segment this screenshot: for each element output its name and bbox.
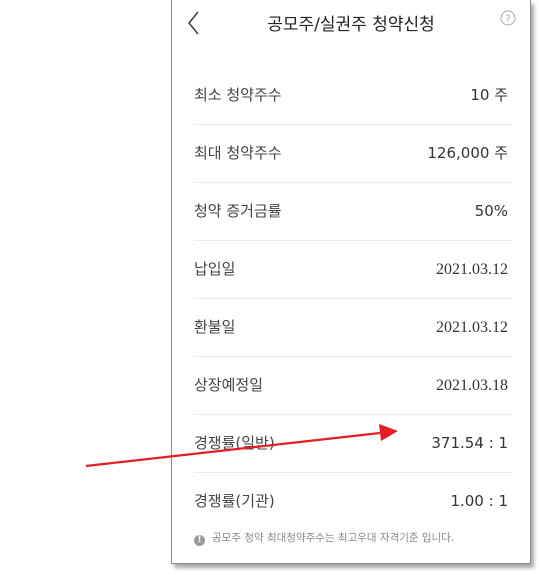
info-row-competition-general: 경쟁률(일반) 371.54 : 1 <box>194 415 512 473</box>
row-label: 상장예정일 <box>194 376 264 394</box>
row-value: 2021.03.18 <box>436 377 508 394</box>
row-value: 2021.03.12 <box>436 261 508 278</box>
page-title: 공모주/실권주 청약신청 <box>267 15 435 35</box>
info-row-refund-date: 환불일 2021.03.12 <box>194 299 512 357</box>
row-label: 경쟁률(기관) <box>194 492 275 510</box>
info-icon: ! <box>194 535 205 546</box>
row-label: 청약 증거금률 <box>194 202 282 220</box>
row-value: 126,000 주 <box>427 144 508 162</box>
header: 공모주/실권주 청약신청 ? <box>172 0 530 46</box>
row-label: 최소 청약주수 <box>194 86 282 104</box>
row-label: 환불일 <box>194 318 236 336</box>
notice: ! 공모주 청약 최대청약주수는 최고우대 자격기준 입니다. <box>194 530 514 546</box>
info-row-min-shares: 최소 청약주수 10 주 <box>194 67 512 125</box>
info-row-max-shares: 최대 청약주수 126,000 주 <box>194 125 512 183</box>
help-button[interactable]: ? <box>500 10 516 26</box>
info-row-payment-date: 납입일 2021.03.12 <box>194 241 512 299</box>
row-value: 10 주 <box>470 86 508 104</box>
svg-text:?: ? <box>505 14 510 25</box>
row-value: 50% <box>474 202 508 220</box>
row-value: 371.54 : 1 <box>431 434 508 452</box>
subscription-info-list: 최소 청약주수 10 주 최대 청약주수 126,000 주 청약 증거금률 5… <box>194 67 512 530</box>
row-value: 2021.03.12 <box>436 319 508 336</box>
question-circle-icon: ? <box>500 10 516 26</box>
row-label: 경쟁률(일반) <box>194 434 275 452</box>
info-row-listing-date: 상장예정일 2021.03.18 <box>194 357 512 415</box>
row-label: 최대 청약주수 <box>194 144 282 162</box>
phone-screen: 공모주/실권주 청약신청 ? 최소 청약주수 10 주 최대 청약주수 126,… <box>171 0 531 564</box>
info-row-competition-institution: 경쟁률(기관) 1.00 : 1 <box>194 473 512 530</box>
info-row-deposit-rate: 청약 증거금률 50% <box>194 183 512 241</box>
notice-text: 공모주 청약 최대청약주수는 최고우대 자격기준 입니다. <box>212 532 455 544</box>
row-value: 1.00 : 1 <box>450 492 508 510</box>
row-label: 납입일 <box>194 260 236 278</box>
